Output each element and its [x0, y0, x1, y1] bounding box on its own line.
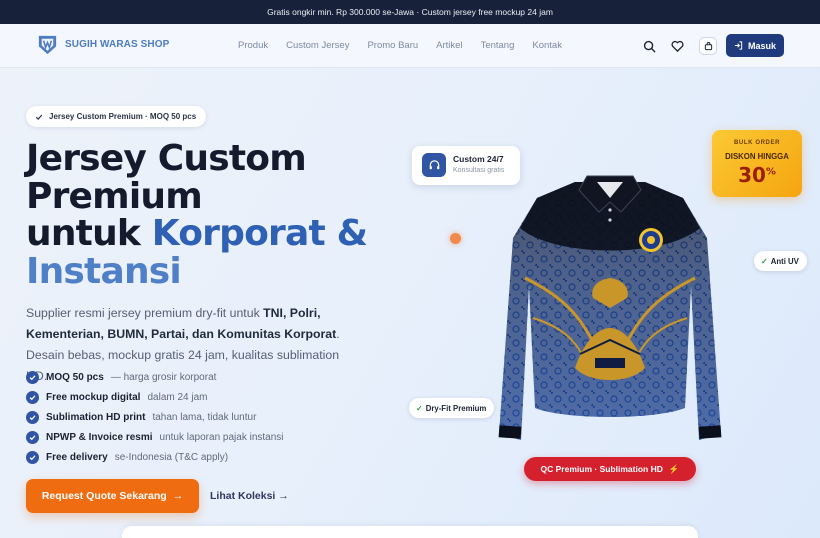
feature-list: MOQ 50 pcs — harga grosir korporat Free … — [26, 367, 284, 467]
announcement-text: Gratis ongkir min. Rp 300.000 se-Jawa · … — [267, 7, 553, 17]
headset-icon — [422, 153, 446, 177]
qc-premium-badge: QC Premium · Sublimation HD ⚡ — [524, 457, 696, 481]
qc-premium-label: QC Premium · Sublimation HD — [540, 464, 663, 474]
announcement-bar: Gratis ongkir min. Rp 300.000 se-Jawa · … — [0, 0, 820, 24]
feature-value: untuk laporan pajak instansi — [159, 431, 284, 443]
primary-menu: Produk Custom Jersey Promo Baru Artikel … — [238, 40, 562, 51]
bulk-discount-unit: % — [765, 166, 776, 178]
search-icon[interactable] — [641, 38, 657, 54]
bottom-card — [122, 526, 698, 538]
feature-item: Sublimation HD print tahan lama, tidak l… — [26, 407, 284, 427]
nav-item-promo-baru[interactable]: Promo Baru — [367, 40, 418, 51]
check-circle-icon — [26, 430, 39, 444]
check-icon: ✓ — [416, 403, 423, 413]
main-navbar: SUGIH WARAS SHOP Produk Custom Jersey Pr… — [0, 24, 820, 68]
lightning-icon: ⚡ — [668, 463, 680, 474]
feature-item: Free delivery se-Indonesia (T&C apply) — [26, 447, 284, 467]
feature-value: se-Indonesia (T&C apply) — [114, 451, 229, 463]
anti-uv-badge: ✓ Anti UV — [754, 251, 807, 271]
check-circle-icon — [26, 410, 39, 424]
brand-name: SUGIH WARAS SHOP — [65, 39, 170, 50]
request-quote-label: Request Quote Sekarang — [41, 490, 167, 502]
decorative-dot — [450, 233, 461, 244]
bulk-discount-label: DISKON HINGGA — [725, 152, 789, 161]
feature-key: NPWP & Invoice resmi — [46, 431, 153, 443]
request-quote-button[interactable]: Request Quote Sekarang → — [26, 479, 199, 513]
nav-item-tentang[interactable]: Tentang — [481, 40, 515, 51]
nav-item-produk[interactable]: Produk — [238, 40, 268, 51]
jersey-product-image — [498, 175, 722, 440]
hero-desc-part-1: Supplier resmi jersey premium dry-fit un… — [26, 306, 264, 320]
feature-item: Free mockup digital dalam 24 jam — [26, 387, 284, 407]
check-icon: ✓ — [761, 256, 768, 266]
check-circle-icon — [26, 450, 39, 464]
dry-fit-badge: ✓ Dry-Fit Premium — [409, 398, 495, 418]
brand-logo-icon — [38, 35, 57, 55]
custom-247-card: Custom 24/7 Konsultasi gratis — [412, 146, 520, 185]
feature-key: Sublimation HD print — [46, 411, 146, 423]
arrow-right-icon: → — [172, 490, 184, 502]
bulk-discount-value: 30% — [712, 163, 802, 187]
dry-fit-label: Dry-Fit Premium — [425, 403, 487, 413]
check-icon — [35, 114, 43, 120]
cart-icon[interactable] — [699, 37, 717, 55]
hero-badge-text: Jersey Custom Premium · MOQ 50 pcs — [49, 112, 197, 121]
feature-key: MOQ 50 pcs — [46, 371, 104, 383]
login-label: Masuk — [747, 40, 776, 51]
feature-item: NPWP & Invoice resmi untuk laporan pajak… — [26, 427, 284, 447]
nav-item-kontak[interactable]: Kontak — [532, 40, 562, 51]
feature-item: MOQ 50 pcs — harga grosir korporat — [26, 367, 284, 387]
check-circle-icon — [26, 370, 39, 384]
check-circle-icon — [26, 390, 39, 404]
hero-title-line-4: Instansi — [26, 250, 182, 292]
hero-badge: Jersey Custom Premium · MOQ 50 pcs — [26, 106, 207, 127]
feature-value: — harga grosir korporat — [110, 371, 217, 383]
hero-title: Jersey Custom Premium untuk Korporat & I… — [26, 140, 386, 290]
bulk-order-label: BULK ORDER — [734, 140, 780, 146]
custom-247-title: Custom 24/7 — [453, 154, 504, 164]
hero-title-accent: Korporat & — [151, 213, 368, 254]
feature-key: Free mockup digital — [46, 391, 141, 403]
feature-key: Free delivery — [46, 451, 108, 463]
nav-item-artikel[interactable]: Artikel — [436, 40, 462, 51]
hero-title-line-3a: untuk — [26, 213, 152, 254]
login-icon — [734, 41, 743, 50]
anti-uv-label: Anti UV — [770, 256, 799, 266]
hero-title-line-1: Jersey Custom — [26, 138, 307, 179]
view-collection-link[interactable]: Lihat Koleksi → — [210, 490, 289, 502]
nav-item-custom-jersey[interactable]: Custom Jersey — [286, 40, 349, 51]
feature-value: tahan lama, tidak luntur — [152, 411, 257, 423]
custom-247-subtitle: Konsultasi gratis — [453, 167, 505, 174]
feature-value: dalam 24 jam — [147, 391, 208, 403]
login-button[interactable]: Masuk — [726, 34, 784, 57]
heart-icon[interactable] — [669, 38, 685, 54]
bulk-order-discount-card: BULK ORDER DISKON HINGGA 30% — [712, 130, 802, 197]
brand-logo[interactable]: SUGIH WARAS SHOP — [36, 33, 169, 56]
bulk-discount-number: 30 — [738, 163, 766, 187]
hero-title-line-2: Premium — [26, 175, 203, 217]
